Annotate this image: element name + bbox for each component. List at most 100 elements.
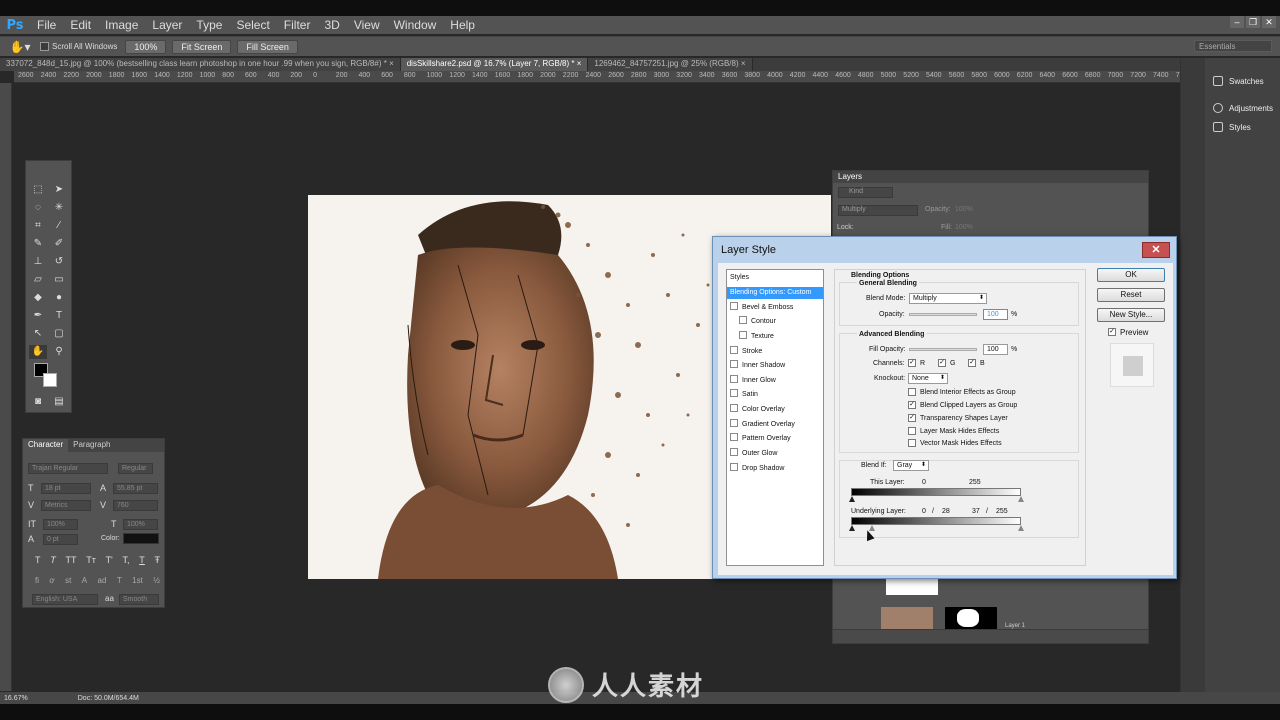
blend-if-select[interactable]: Gray xyxy=(893,460,929,471)
titling-alternates-button[interactable]: ad xyxy=(98,576,107,585)
screen-mode-icon[interactable]: ▤ xyxy=(50,395,68,409)
horizontal-scale-field[interactable]: 100% xyxy=(123,519,158,530)
tab-character[interactable]: Character xyxy=(23,439,69,452)
antialias-select[interactable]: Smooth xyxy=(119,594,159,605)
stroke-checkbox[interactable] xyxy=(730,346,738,354)
layer-blend-mode-select[interactable]: Multiply xyxy=(838,205,918,216)
tab-doc-1[interactable]: 337072_848d_15.jpg @ 100% (bestselling c… xyxy=(0,58,401,71)
kerning-field[interactable]: Metrics xyxy=(41,500,91,511)
styles-header[interactable]: Styles xyxy=(730,272,749,284)
underline-button[interactable]: T xyxy=(139,555,145,565)
crop-tool-icon[interactable]: ⌗ xyxy=(29,219,47,233)
style-item-satin[interactable]: Satin xyxy=(730,389,758,401)
leading-field[interactable]: 55.85 pt xyxy=(113,483,158,494)
outer-glow-checkbox[interactable] xyxy=(730,448,738,456)
hand-tool-icon[interactable]: ✋▾ xyxy=(0,40,40,54)
menu-filter[interactable]: Filter xyxy=(277,18,318,32)
font-size-field[interactable]: 18 pt xyxy=(41,483,91,494)
faux-italic-button[interactable]: T xyxy=(50,555,56,565)
tracking-field[interactable]: 760 xyxy=(113,500,158,511)
style-item-bevel-emboss[interactable]: Bevel & Emboss xyxy=(730,302,793,314)
reset-button[interactable]: Reset xyxy=(1097,288,1165,302)
quick-mask-icon[interactable]: ◙ xyxy=(29,395,47,409)
marquee-tool-icon[interactable]: ⬚ xyxy=(29,183,47,197)
swatches-icon[interactable] xyxy=(1213,76,1223,86)
faux-bold-button[interactable]: T xyxy=(35,555,41,565)
tab-doc-1-close-icon[interactable]: × xyxy=(389,59,394,68)
healing-brush-icon[interactable]: ✎ xyxy=(29,237,47,251)
style-item-inner-shadow[interactable]: Inner Shadow xyxy=(730,360,785,372)
channel-b-checkbox[interactable]: ✓ xyxy=(968,359,976,367)
layer-1-thumbnail[interactable] xyxy=(881,607,933,629)
layer-1-mask-thumbnail[interactable] xyxy=(945,607,997,629)
style-item-outer-glow[interactable]: Outer Glow xyxy=(730,448,777,460)
blend-clipped-checkbox[interactable]: ✓ xyxy=(908,401,916,409)
shape-tool-icon[interactable]: ▢ xyxy=(50,327,68,341)
opacity-field[interactable]: 100 xyxy=(983,309,1008,320)
menu-window[interactable]: Window xyxy=(387,18,444,32)
layer-thumbnail[interactable] xyxy=(886,579,938,595)
layer-opacity-value[interactable]: 100% xyxy=(955,206,973,213)
new-style-button[interactable]: New Style... xyxy=(1097,308,1165,322)
scroll-all-checkbox[interactable]: Scroll All Windows xyxy=(40,42,117,52)
menu-view[interactable]: View xyxy=(347,18,387,32)
channel-g-checkbox[interactable]: ✓ xyxy=(938,359,946,367)
all-caps-button[interactable]: TT xyxy=(65,555,76,565)
close-window-button[interactable]: ✕ xyxy=(1262,16,1276,28)
eyedropper-icon[interactable]: ⁄ xyxy=(50,219,68,233)
layer-filter-kind[interactable]: Kind xyxy=(838,187,893,198)
fill-opacity-field[interactable]: 100 xyxy=(983,344,1008,355)
underlying-white-slider[interactable] xyxy=(1018,525,1024,531)
tab-doc-2[interactable]: disSkillshare2.psd @ 16.7% (Layer 7, RGB… xyxy=(400,58,589,71)
style-item-color-overlay[interactable]: Color Overlay xyxy=(730,404,785,416)
styles-icon[interactable] xyxy=(1213,122,1223,132)
dodge-tool-icon[interactable]: ● xyxy=(50,291,68,305)
gradient-tool-icon[interactable]: ▭ xyxy=(50,273,68,287)
fractions-button[interactable]: ½ xyxy=(153,576,160,585)
stamp-tool-icon[interactable]: ⊥ xyxy=(29,255,47,269)
status-doc-size[interactable]: Doc: 50.0M/654.4M xyxy=(78,695,139,702)
swatches-panel-tab[interactable]: Swatches xyxy=(1229,77,1264,86)
layer-mask-hides-checkbox[interactable] xyxy=(908,427,916,435)
drop-shadow-checkbox[interactable] xyxy=(730,463,738,471)
hand-tool-icon[interactable]: ✋ xyxy=(29,345,47,359)
layer-fill-value[interactable]: 100% xyxy=(955,224,973,231)
styles-panel-tab[interactable]: Styles xyxy=(1229,123,1251,132)
menu-3d[interactable]: 3D xyxy=(317,18,346,32)
discretionary-ligatures-button[interactable]: ơ xyxy=(49,576,54,585)
tab-paragraph[interactable]: Paragraph xyxy=(68,439,115,452)
zoom-tool-icon[interactable]: ⚲ xyxy=(50,345,68,359)
font-family-select[interactable]: Trajan Regular xyxy=(28,463,108,474)
zoom-100-button[interactable]: 100% xyxy=(125,39,167,54)
knockout-select[interactable]: None xyxy=(908,373,948,384)
channel-r-checkbox[interactable]: ✓ xyxy=(908,359,916,367)
ornaments-button[interactable]: T xyxy=(117,576,122,585)
style-item-drop-shadow[interactable]: Drop Shadow xyxy=(730,463,784,475)
eraser-tool-icon[interactable]: ▱ xyxy=(29,273,47,287)
history-brush-icon[interactable]: ↺ xyxy=(50,255,68,269)
swash-button[interactable]: A xyxy=(82,576,87,585)
text-color-swatch[interactable] xyxy=(123,533,159,544)
type-tool-icon[interactable]: T xyxy=(50,309,68,323)
texture-checkbox[interactable] xyxy=(739,331,747,339)
ligatures-button[interactable]: fi xyxy=(35,576,39,585)
blend-interior-checkbox[interactable] xyxy=(908,388,916,396)
gradient-overlay-checkbox[interactable] xyxy=(730,419,738,427)
brush-tool-icon[interactable]: ✐ xyxy=(50,237,68,251)
this-layer-white-slider[interactable] xyxy=(1018,496,1024,502)
blur-tool-icon[interactable]: ◆ xyxy=(29,291,47,305)
tab-doc-3[interactable]: 1269462_84757251.jpg @ 25% (RGB/8) × xyxy=(588,58,753,71)
this-layer-gradient[interactable] xyxy=(851,488,1021,496)
underlying-layer-gradient[interactable] xyxy=(851,517,1021,525)
fit-screen-button[interactable]: Fit Screen xyxy=(172,39,232,54)
lasso-tool-icon[interactable]: ◌ xyxy=(29,201,47,215)
menu-layer[interactable]: Layer xyxy=(145,18,189,32)
style-item-contour[interactable]: Contour xyxy=(739,316,776,328)
workspace-switcher[interactable]: Essentials xyxy=(1194,40,1272,52)
subscript-button[interactable]: T, xyxy=(123,555,130,565)
fill-opacity-slider[interactable] xyxy=(909,348,977,351)
menu-select[interactable]: Select xyxy=(229,18,276,32)
underlying-black-slider-left[interactable] xyxy=(849,525,855,531)
vector-mask-hides-checkbox[interactable] xyxy=(908,439,916,447)
contour-checkbox[interactable] xyxy=(739,316,747,324)
